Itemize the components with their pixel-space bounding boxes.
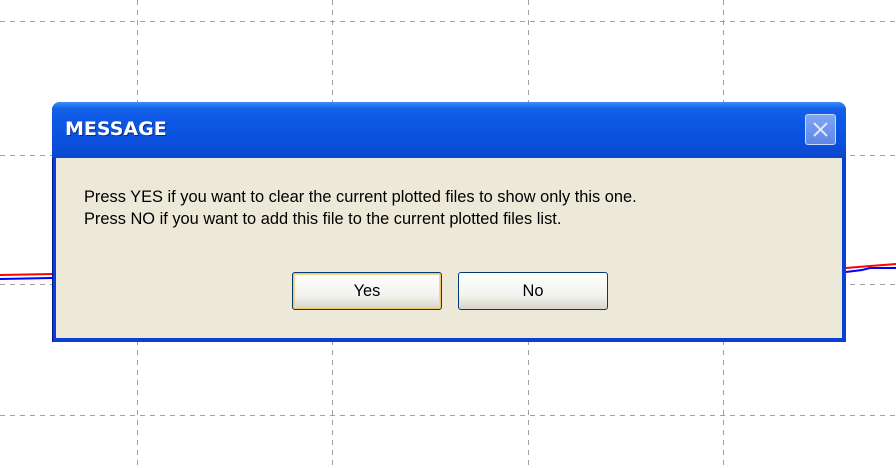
no-button[interactable]: No <box>458 272 608 310</box>
message-line-1: Press YES if you want to clear the curre… <box>84 188 637 206</box>
trace-blue <box>845 267 896 273</box>
message-line-2: Press NO if you want to add this file to… <box>84 210 562 228</box>
yes-button[interactable]: Yes <box>292 272 442 310</box>
trace-red <box>0 273 53 276</box>
close-icon <box>813 122 828 137</box>
dialog-message: Press YES if you want to clear the curre… <box>84 186 637 230</box>
dialog-body: Press YES if you want to clear the curre… <box>56 158 842 338</box>
trace-blue <box>0 277 53 280</box>
dialog-titlebar[interactable]: MESSAGE <box>52 102 846 158</box>
message-dialog: MESSAGE Press YES if you want to clear t… <box>52 102 846 342</box>
close-button[interactable] <box>805 114 836 145</box>
dialog-title: MESSAGE <box>65 118 167 140</box>
